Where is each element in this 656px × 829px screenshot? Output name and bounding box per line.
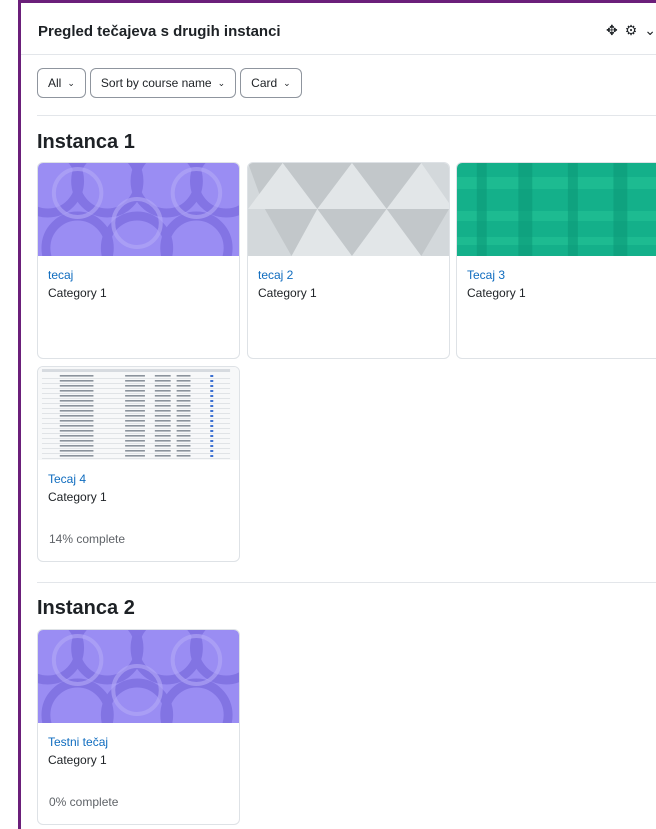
chevron-down-icon[interactable]: ⌄ — [644, 21, 656, 39]
section-title: Instanca 1 — [37, 131, 135, 153]
block-title: Pregled tečajeva s drugih instanci — [38, 23, 281, 40]
grouping-label: All — [48, 76, 62, 90]
course-name-link[interactable]: Tecaj 4 — [48, 472, 229, 486]
grouping-dropdown[interactable]: All ⌄ — [37, 68, 86, 98]
course-name-link[interactable]: Tecaj 3 — [467, 268, 651, 282]
filter-bar: All ⌄ Sort by course name ⌄ Card ⌄ — [37, 68, 302, 98]
course-card[interactable]: Testni tečaj Category 1 0% complete — [37, 629, 240, 825]
course-card[interactable]: tecaj Category 1 — [37, 162, 240, 359]
divider — [37, 115, 656, 116]
section-title: Instanca 2 — [37, 597, 135, 619]
chevron-down-icon: ⌄ — [67, 77, 75, 88]
block-controls: ✥ ⚙ ⌄ — [606, 21, 656, 39]
course-card[interactable]: tecaj 2 Category 1 — [247, 162, 450, 359]
block-header: Pregled tečajeva s drugih instanci ✥ ⚙ ⌄ — [21, 3, 656, 55]
course-category: Category 1 — [467, 286, 526, 300]
course-image[interactable] — [38, 630, 239, 723]
view-label: Card — [251, 76, 278, 90]
course-name-link[interactable]: tecaj — [48, 268, 229, 282]
course-name-link[interactable]: Testni tečaj — [48, 735, 229, 749]
course-name-link[interactable]: tecaj 2 — [258, 268, 439, 282]
chevron-down-icon: ⌄ — [217, 77, 226, 88]
course-card[interactable]: Tecaj 3 Category 1 — [456, 162, 656, 359]
course-card[interactable]: Tecaj 4 Category 1 14% complete — [37, 366, 240, 562]
divider — [37, 582, 656, 583]
view-dropdown[interactable]: Card ⌄ — [240, 68, 302, 98]
course-category: Category 1 — [48, 490, 107, 504]
gear-icon[interactable]: ⚙ — [625, 21, 638, 39]
course-image[interactable] — [38, 163, 239, 256]
course-overview-block: Pregled tečajeva s drugih instanci ✥ ⚙ ⌄… — [21, 3, 656, 829]
sort-label: Sort by course name — [100, 76, 212, 90]
course-image[interactable] — [248, 163, 449, 256]
course-category: Category 1 — [48, 753, 107, 767]
course-image[interactable] — [457, 163, 656, 256]
move-icon[interactable]: ✥ — [606, 21, 618, 39]
sort-dropdown[interactable]: Sort by course name ⌄ — [89, 68, 237, 98]
progress-text: 0% complete — [49, 795, 119, 809]
course-category: Category 1 — [258, 286, 317, 300]
course-category: Category 1 — [48, 286, 107, 300]
progress-text: 14% complete — [49, 532, 126, 546]
chevron-down-icon: ⌄ — [283, 77, 291, 88]
course-image[interactable] — [38, 367, 239, 460]
